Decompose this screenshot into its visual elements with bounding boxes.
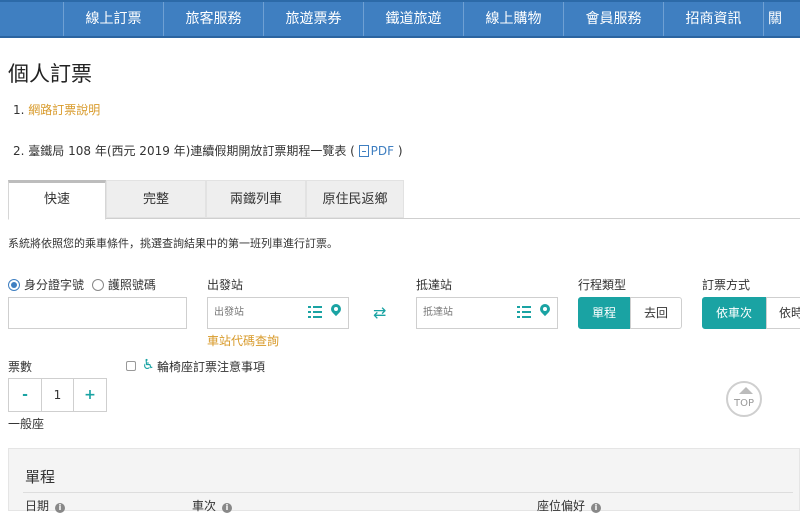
arrival-label: 抵達站	[416, 278, 453, 292]
panel-divider	[23, 492, 793, 493]
pdf-label: PDF	[370, 144, 395, 158]
ticket-count-label: 票數	[8, 360, 33, 374]
info-icon[interactable]: i	[222, 503, 233, 513]
notice-number: 2.	[13, 144, 25, 158]
nav-item-online-booking[interactable]: 線上訂票	[63, 2, 163, 36]
wheelchair-notice-link[interactable]: 輪椅座訂票注意事項	[157, 358, 265, 375]
one-way-button[interactable]: 單程	[578, 297, 630, 329]
station-list-icon[interactable]	[517, 306, 531, 318]
seat-preference-label: 座位偏好 i	[537, 497, 602, 514]
panel-title: 單程	[25, 468, 56, 486]
ticket-quantity-stepper: - 1 +	[8, 378, 107, 412]
top-nav: 線上訂票 旅客服務 旅遊票券 鐵道旅遊 線上購物 會員服務 招商資訊 關	[0, 0, 800, 38]
nav-item-online-shopping[interactable]: 線上購物	[463, 2, 563, 36]
ticket-quantity-value[interactable]: 1	[41, 379, 74, 411]
tab-indigenous[interactable]: 原住民返鄉	[306, 180, 404, 218]
nav-item-passenger-service[interactable]: 旅客服務	[163, 2, 263, 36]
notice-text: 臺鐵局 108 年(西元 2019 年)連續假期開放訂票期程一覽表 (	[28, 144, 355, 158]
notice-item-2: 2. 臺鐵局 108 年(西元 2019 年)連續假期開放訂票期程一覽表 ( P…	[13, 142, 403, 159]
back-to-top-button[interactable]: TOP	[726, 381, 762, 417]
notice-item-1: 1. 網路訂票說明	[13, 101, 100, 118]
info-icon[interactable]: i	[55, 503, 66, 513]
arrow-up-icon	[739, 387, 753, 394]
map-pin-icon[interactable]	[331, 304, 341, 318]
station-list-icon[interactable]	[308, 306, 322, 318]
booking-guide-link[interactable]: 網路訂票說明	[28, 103, 100, 117]
tab-bike-train[interactable]: 兩鐵列車	[206, 180, 306, 218]
id-card-radio[interactable]	[8, 279, 20, 291]
swap-stations-icon[interactable]: ⇄	[373, 305, 393, 321]
wheelchair-icon: ♿	[142, 357, 155, 373]
back-to-top-label: TOP	[733, 398, 754, 409]
wheelchair-checkbox[interactable]	[126, 361, 136, 371]
page-title: 個人訂票	[8, 62, 92, 86]
pdf-icon	[358, 145, 369, 157]
order-method-label: 訂票方式	[702, 278, 751, 292]
id-card-label: 身分證字號	[24, 278, 85, 292]
one-way-panel: 單程 日期 i 車次 i 座位偏好 i	[8, 448, 800, 514]
trip-type-label: 行程類型	[578, 278, 627, 292]
booking-tabs: 快速 完整 兩鐵列車 原住民返鄉	[8, 180, 800, 220]
arrival-input[interactable]: 抵達站	[416, 297, 558, 329]
map-pin-icon[interactable]	[540, 304, 550, 318]
departure-input[interactable]: 出發站	[207, 297, 349, 329]
tab-full[interactable]: 完整	[106, 180, 206, 218]
nav-item-business-info[interactable]: 招商資訊	[663, 2, 763, 36]
nav-item-travel-tickets[interactable]: 旅遊票券	[263, 2, 363, 36]
nav-item-about[interactable]: 關	[763, 2, 800, 36]
date-label: 日期 i	[25, 497, 66, 514]
nav-item-member-service[interactable]: 會員服務	[563, 2, 663, 36]
by-time-button[interactable]: 依時	[766, 297, 800, 329]
decrease-button[interactable]: -	[9, 379, 41, 411]
tab-quick[interactable]: 快速	[8, 180, 106, 220]
train-number-label: 車次 i	[192, 497, 233, 514]
id-type-radio-group: 身分證字號 護照號碼	[8, 276, 160, 293]
round-trip-button[interactable]: 去回	[630, 297, 682, 329]
passport-label: 護照號碼	[107, 278, 156, 292]
notice-close-paren: )	[397, 144, 403, 158]
arrival-placeholder: 抵達站	[423, 307, 453, 318]
nav-item-rail-tours[interactable]: 鐵道旅遊	[363, 2, 463, 36]
departure-placeholder: 出發站	[214, 307, 244, 318]
pdf-link[interactable]: PDF	[358, 144, 398, 158]
id-number-input[interactable]	[8, 297, 187, 329]
increase-button[interactable]: +	[74, 379, 106, 411]
station-code-lookup-link[interactable]: 車站代碼查詢	[207, 332, 279, 349]
departure-label: 出發站	[207, 278, 244, 292]
notice-number: 1.	[13, 103, 25, 117]
passport-radio[interactable]	[91, 279, 104, 291]
form-description: 系統將依照您的乘車條件，挑選查詢結果中的第一班列車進行訂票。	[8, 237, 338, 250]
info-icon[interactable]: i	[591, 503, 602, 513]
seat-type-label: 一般座	[8, 417, 45, 431]
by-train-number-button[interactable]: 依車次	[702, 297, 766, 329]
